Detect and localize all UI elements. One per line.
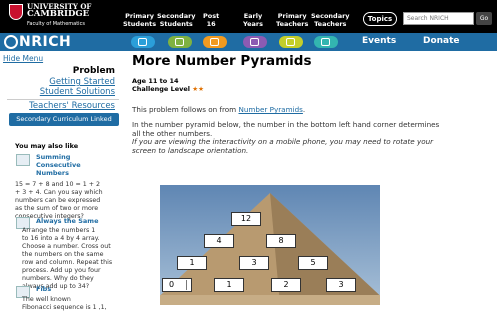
- related-fibs-text: The well known Fibonacci sequence is 1 ,…: [22, 296, 107, 311]
- pyramid-cell-r4-c3: 2: [271, 278, 301, 292]
- problem-heading: Problem: [72, 66, 115, 76]
- tab-primary-teachers[interactable]: [279, 36, 303, 48]
- hide-menu-link[interactable]: Hide Menu: [3, 54, 43, 63]
- related-summing-link[interactable]: Summing Consecutive Numbers: [36, 153, 81, 177]
- stage-secondary-students[interactable]: Secondary Students: [157, 12, 196, 28]
- topics-button[interactable]: Topics: [363, 12, 397, 26]
- tab-secondary-teachers[interactable]: [314, 36, 338, 48]
- pyramid-cell-r4-c2: 1: [214, 278, 244, 292]
- related-fibs-link[interactable]: Fibs: [36, 285, 51, 293]
- tab-early-years[interactable]: [243, 36, 267, 48]
- home-icon: [250, 38, 259, 46]
- stage-primary-students[interactable]: Primary Students: [123, 12, 156, 28]
- nrich-logo-icon[interactable]: [4, 35, 18, 49]
- age-range: Age 11 to 14: [132, 77, 179, 85]
- description-paragraph: In the number pyramid below, the number …: [132, 120, 440, 155]
- cambridge-crest-icon[interactable]: [9, 4, 23, 20]
- tab-primary-students[interactable]: [131, 36, 155, 48]
- stage-post-16[interactable]: Post 16: [203, 12, 219, 28]
- related-summing-text: 15 = 7 + 8 and 10 = 1 + 2 + 3 + 4. Can y…: [15, 181, 103, 220]
- intro-paragraph: This problem follows on from Number Pyra…: [132, 105, 306, 114]
- pyramid-cell-r2-c2: 8: [266, 234, 296, 248]
- curriculum-linked-button[interactable]: Secondary Curriculum Linked: [9, 113, 119, 126]
- top-header: UNIVERSITY OF CAMBRIDGE Faculty of Mathe…: [0, 0, 497, 33]
- teachers-resources-link[interactable]: Teachers' Resources: [29, 101, 115, 111]
- donate-link[interactable]: Donate: [423, 36, 460, 46]
- pyramid-cell-r4-c4: 3: [326, 278, 356, 292]
- pyramid-cell-r1-c1: 12: [231, 212, 261, 226]
- pyramid-cell-r3-c2: 3: [239, 256, 269, 270]
- tab-post-16[interactable]: [203, 36, 227, 48]
- related-always-same-link[interactable]: Always the Same: [36, 217, 98, 225]
- pyramid-cell-r3-c1: 1: [177, 256, 207, 270]
- related-always-same-text: Arrange the numbers 1 to 16 into a 4 by …: [22, 227, 113, 290]
- events-link[interactable]: Events: [362, 36, 396, 46]
- search-input[interactable]: [403, 12, 474, 25]
- pyramid-cell-r2-c1: 4: [204, 234, 234, 248]
- stepper-arrows-icon[interactable]: [186, 280, 190, 290]
- faculty-name: Faculty of Mathematics: [27, 21, 85, 27]
- tab-secondary-students[interactable]: [168, 36, 192, 48]
- nrich-nav-bar: NRICH Events Donate: [0, 33, 497, 51]
- home-icon: [321, 38, 330, 46]
- sidebar-divider: [7, 99, 119, 100]
- search-go-button[interactable]: Go: [476, 12, 492, 25]
- challenge-level: Challenge Level ★★: [132, 85, 204, 93]
- page-title: More Number Pyramids: [132, 53, 312, 69]
- home-icon: [210, 38, 219, 46]
- number-pyramids-link[interactable]: Number Pyramids: [238, 105, 302, 114]
- stage-primary-teachers[interactable]: Primary Teachers: [276, 12, 308, 28]
- nrich-logo[interactable]: NRICH: [19, 34, 71, 50]
- home-icon: [138, 38, 147, 46]
- pyramid-interactivity[interactable]: 12 4 8 1 3 5 0 1 2 3: [160, 185, 380, 305]
- sand-ground: [160, 295, 380, 305]
- stage-secondary-teachers[interactable]: Secondary Teachers: [311, 12, 350, 28]
- pyramid-cell-r3-c3: 5: [298, 256, 328, 270]
- student-solutions-link[interactable]: Student Solutions: [40, 87, 115, 97]
- university-name[interactable]: UNIVERSITY OF CAMBRIDGE: [27, 3, 91, 19]
- pyramid-base-input[interactable]: 0: [162, 278, 192, 292]
- star-icon: ★★: [192, 85, 204, 93]
- home-icon: [286, 38, 295, 46]
- stage-early-years[interactable]: Early Years: [243, 12, 263, 28]
- getting-started-link[interactable]: Getting Started: [49, 77, 115, 87]
- may-also-like-heading: You may also like: [15, 142, 79, 150]
- home-icon: [175, 38, 184, 46]
- summing-thumbnail-icon[interactable]: [16, 154, 30, 166]
